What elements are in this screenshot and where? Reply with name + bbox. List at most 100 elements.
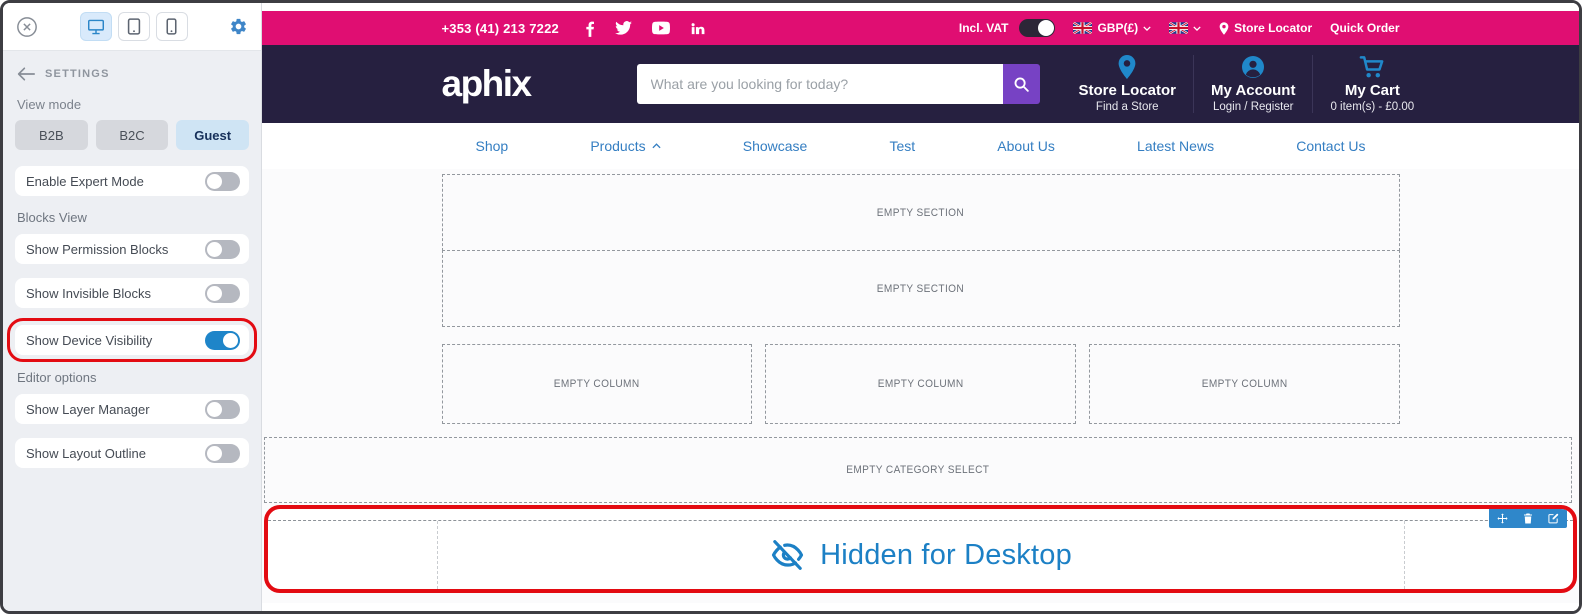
search-input[interactable] — [637, 64, 1003, 104]
sidebar-topbar — [3, 3, 261, 51]
toggle-label: Show Layer Manager — [26, 402, 150, 417]
search-button[interactable] — [1003, 64, 1040, 104]
edit-block-button[interactable] — [1548, 513, 1559, 524]
toggle-row-permission-blocks: Show Permission Blocks — [15, 234, 249, 264]
action-title: My Account — [1211, 82, 1295, 99]
view-mode-b2c-button[interactable]: B2C — [96, 120, 169, 150]
eye-off-icon — [769, 539, 806, 571]
quick-order-link[interactable]: Quick Order — [1330, 21, 1399, 35]
move-icon — [1497, 513, 1508, 524]
toggle-row-layer-manager: Show Layer Manager — [15, 394, 249, 424]
user-icon — [1241, 55, 1265, 79]
aphix-logo[interactable]: aphix — [442, 63, 610, 105]
facebook-icon[interactable] — [585, 20, 595, 37]
incl-vat-toggle[interactable] — [1019, 19, 1055, 37]
currency-label: GBP(£) — [1097, 21, 1138, 35]
move-block-button[interactable] — [1497, 513, 1508, 524]
cart-icon — [1359, 55, 1386, 79]
language-selector[interactable] — [1169, 22, 1201, 34]
nav-test[interactable]: Test — [889, 138, 915, 154]
youtube-icon[interactable] — [652, 21, 670, 35]
store-locator-label: Store Locator — [1234, 21, 1312, 35]
view-mode-group: B2B B2C Guest — [15, 120, 249, 150]
nav-showcase[interactable]: Showcase — [743, 138, 808, 154]
toggle-label: Show Permission Blocks — [26, 242, 168, 257]
linkedin-icon[interactable] — [690, 21, 705, 36]
hidden-block-highlight: Hidden for Desktop — [264, 505, 1577, 593]
toggle-row-layout-outline: Show Layout Outline — [15, 438, 249, 468]
view-mode-label: View mode — [17, 97, 249, 112]
location-pin-icon — [1117, 55, 1137, 79]
hidden-block[interactable]: Hidden for Desktop — [268, 520, 1573, 589]
empty-column-block[interactable]: EMPTY COLUMN — [765, 344, 1076, 424]
incl-vat-label: Incl. VAT — [959, 21, 1009, 35]
view-mode-guest-button[interactable]: Guest — [176, 120, 249, 150]
phone-number[interactable]: +353 (41) 213 7222 — [442, 21, 559, 36]
twitter-icon[interactable] — [615, 21, 632, 35]
toggle-row-invisible-blocks: Show Invisible Blocks — [15, 278, 249, 308]
close-button[interactable] — [16, 16, 38, 38]
permission-blocks-toggle[interactable] — [205, 240, 240, 259]
device-visibility-highlight: Show Device Visibility — [7, 318, 257, 362]
gear-icon — [229, 17, 248, 36]
header-actions: Store Locator Find a Store My Account Lo… — [1062, 55, 1432, 113]
chevron-up-icon — [652, 143, 661, 149]
back-arrow-icon — [17, 67, 35, 81]
delete-block-button[interactable] — [1523, 513, 1533, 524]
uk-flag-icon — [1073, 22, 1092, 34]
device-desktop-button[interactable] — [80, 12, 112, 41]
device-tablet-button[interactable] — [118, 12, 150, 41]
empty-section-block[interactable]: EMPTY SECTION — [442, 174, 1400, 251]
topbar-store-locator-link[interactable]: Store Locator — [1219, 21, 1312, 35]
device-mobile-button[interactable] — [156, 12, 188, 41]
mobile-icon — [166, 18, 177, 35]
settings-header[interactable]: SETTINGS — [17, 67, 249, 81]
toggle-label: Show Device Visibility — [26, 333, 152, 348]
incl-vat-control: Incl. VAT — [959, 19, 1056, 37]
main-header: aphix Store Locator Find a Store — [262, 45, 1579, 123]
nav-shop[interactable]: Shop — [476, 138, 509, 154]
toggle-label: Show Invisible Blocks — [26, 286, 151, 301]
device-mode-group — [80, 12, 188, 41]
blocks-view-section-label: Blocks View — [17, 210, 249, 225]
nav-products[interactable]: Products — [590, 138, 660, 154]
settings-sidebar: SETTINGS View mode B2B B2C Guest Enable … — [3, 3, 262, 611]
nav-latest-news[interactable]: Latest News — [1137, 138, 1214, 154]
tablet-icon — [127, 18, 141, 35]
invisible-blocks-toggle[interactable] — [205, 284, 240, 303]
header-my-account[interactable]: My Account Login / Register — [1193, 55, 1312, 113]
empty-column-block[interactable]: EMPTY COLUMN — [1089, 344, 1400, 424]
location-pin-icon — [1219, 22, 1229, 35]
editor-options-section-label: Editor options — [17, 370, 249, 385]
header-store-locator[interactable]: Store Locator Find a Store — [1062, 55, 1194, 113]
edit-icon — [1548, 513, 1559, 524]
toggle-label: Enable Expert Mode — [26, 174, 144, 189]
layer-manager-toggle[interactable] — [205, 400, 240, 419]
search-icon — [1013, 76, 1030, 93]
action-title: My Cart — [1345, 82, 1400, 99]
nav-about-us[interactable]: About Us — [997, 138, 1055, 154]
action-subtitle: Find a Store — [1096, 101, 1159, 113]
settings-title: SETTINGS — [45, 68, 110, 80]
layout-outline-toggle[interactable] — [205, 444, 240, 463]
builder-canvas: EMPTY SECTION EMPTY SECTION EMPTY COLUMN… — [262, 169, 1579, 603]
hidden-block-label: Hidden for Desktop — [820, 539, 1072, 572]
empty-section-block[interactable]: EMPTY SECTION — [442, 250, 1400, 327]
chevron-down-icon — [1143, 26, 1151, 31]
trash-icon — [1523, 513, 1533, 524]
toggle-row-expert-mode: Enable Expert Mode — [15, 166, 249, 196]
header-my-cart[interactable]: My Cart 0 item(s) - £0.00 — [1312, 55, 1431, 113]
empty-column-block[interactable]: EMPTY COLUMN — [442, 344, 753, 424]
view-mode-b2b-button[interactable]: B2B — [15, 120, 88, 150]
empty-category-select-block[interactable]: EMPTY CATEGORY SELECT — [264, 437, 1572, 503]
uk-flag-icon — [1169, 22, 1188, 34]
expert-mode-toggle[interactable] — [205, 172, 240, 191]
columns-row: EMPTY COLUMN EMPTY COLUMN EMPTY COLUMN — [442, 344, 1400, 424]
close-icon — [16, 16, 38, 38]
device-visibility-toggle[interactable] — [205, 331, 240, 350]
app-window: SETTINGS View mode B2B B2C Guest Enable … — [0, 0, 1582, 614]
sidebar-body: SETTINGS View mode B2B B2C Guest Enable … — [3, 51, 261, 482]
currency-selector[interactable]: GBP(£) — [1073, 21, 1151, 35]
settings-gear-button[interactable] — [229, 17, 248, 36]
nav-contact-us[interactable]: Contact Us — [1296, 138, 1365, 154]
